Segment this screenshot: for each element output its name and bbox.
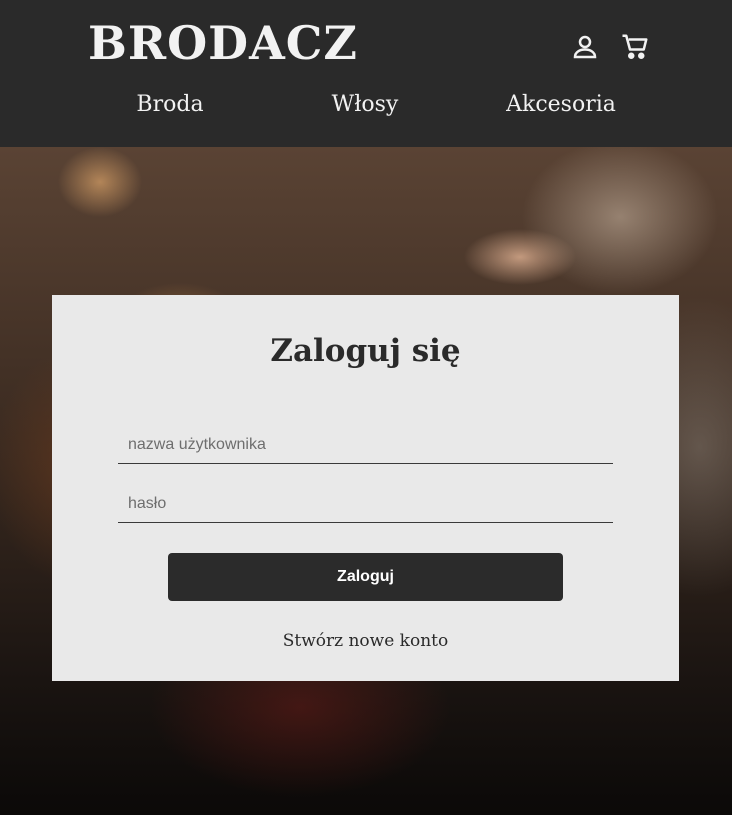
account-icon[interactable] xyxy=(569,30,601,64)
password-input[interactable] xyxy=(118,485,613,523)
brand-logo[interactable]: BRODACZ xyxy=(88,16,358,70)
login-card: Zaloguj się Zaloguj Stwórz nowe konto xyxy=(52,295,679,681)
cart-icon[interactable] xyxy=(619,30,651,64)
site-header: BRODACZ Broda Włosy Akcesoria xyxy=(0,0,732,147)
main-nav: Broda Włosy Akcesoria xyxy=(0,92,732,124)
login-title: Zaloguj się xyxy=(270,333,461,369)
nav-item-akcesoria[interactable]: Akcesoria xyxy=(506,92,616,117)
username-input[interactable] xyxy=(118,426,613,464)
nav-item-wlosy[interactable]: Włosy xyxy=(332,92,399,117)
create-account-link[interactable]: Stwórz nowe konto xyxy=(52,631,679,651)
login-button[interactable]: Zaloguj xyxy=(168,553,563,601)
nav-item-broda[interactable]: Broda xyxy=(136,92,203,117)
